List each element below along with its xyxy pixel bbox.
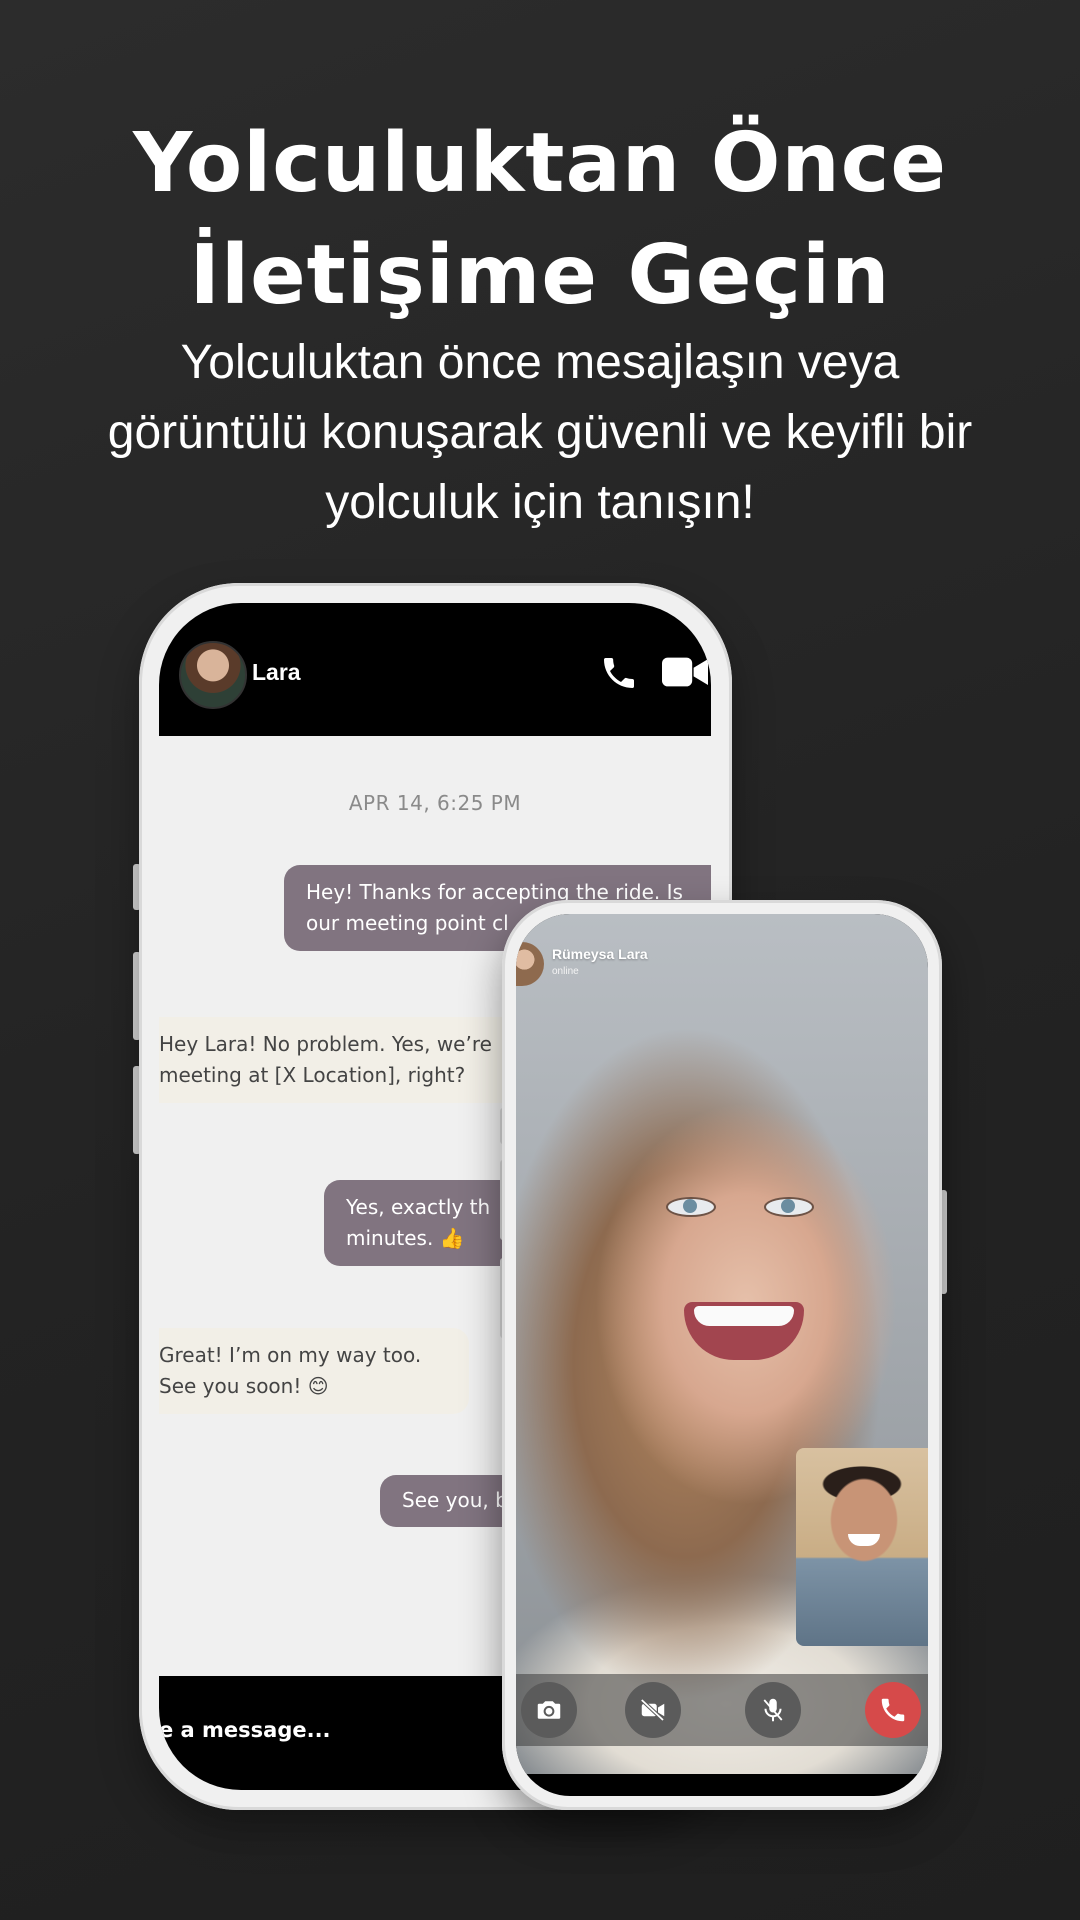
subheadline-line-1: Yolculuktan önce mesajlaşın veya: [180, 336, 900, 389]
self-view-pip[interactable]: [796, 1448, 928, 1646]
message-text: See you soon! 😊: [159, 1374, 329, 1398]
caller-name: Rümeysa Lara: [552, 946, 648, 962]
caller-status: online: [552, 966, 579, 977]
flip-camera-button[interactable]: [521, 1682, 577, 1738]
contact-avatar[interactable]: [179, 641, 247, 709]
message-bubble-outgoing[interactable]: Yes, exactly th minutes. 👍: [324, 1180, 524, 1266]
video-camera-icon[interactable]: [662, 656, 708, 688]
face-left-eye: [666, 1197, 716, 1217]
subheadline: Yolculuktan önce mesajlaşın veya görüntü…: [60, 328, 1020, 538]
camera-off-button[interactable]: [625, 1682, 681, 1738]
contact-name[interactable]: Lara: [252, 659, 301, 686]
message-text: minutes. 👍: [346, 1226, 465, 1250]
subheadline-line-3: yolculuk için tanışın!: [325, 476, 755, 529]
mute-button[interactable]: [745, 1682, 801, 1738]
call-controls-bar: [516, 1674, 928, 1746]
headline-line-1: Yolculuktan Önce: [132, 116, 948, 211]
face-right-eye: [764, 1197, 814, 1217]
mic-off-icon: [763, 1698, 783, 1722]
message-timestamp: APR 14, 6:25 PM: [348, 791, 522, 815]
flip-camera-icon: [537, 1701, 561, 1719]
phone-icon[interactable]: [599, 653, 639, 693]
headline-line-2: İletişime Geçin: [189, 228, 891, 323]
face-mouth: [684, 1302, 804, 1360]
message-text: See you, b: [402, 1488, 508, 1512]
chat-header: Lara: [159, 603, 711, 736]
headline: Yolculuktan Önce İletişime Geçin: [0, 108, 1080, 332]
subheadline-line-2: görüntülü konuşarak güvenli ve keyifli b…: [107, 406, 973, 459]
message-text: Hey Lara! No problem. Yes, we’re: [159, 1032, 492, 1056]
message-bubble-incoming[interactable]: Great! I’m on my way too. See you soon! …: [159, 1328, 469, 1414]
end-call-icon: [881, 1698, 905, 1722]
message-bubble-incoming[interactable]: Hey Lara! No problem. Yes, we’re meeting…: [159, 1017, 519, 1103]
camera-off-icon: [640, 1698, 665, 1722]
end-call-button[interactable]: [865, 1682, 921, 1738]
message-input[interactable]: e a message...: [159, 1718, 331, 1742]
message-text: Yes, exactly th: [346, 1195, 491, 1219]
pip-smile: [848, 1534, 880, 1546]
message-text: meeting at [X Location], right?: [159, 1063, 466, 1087]
video-call-screen: Rümeysa Lara online: [516, 914, 928, 1796]
message-text: Great! I’m on my way too.: [159, 1343, 422, 1367]
